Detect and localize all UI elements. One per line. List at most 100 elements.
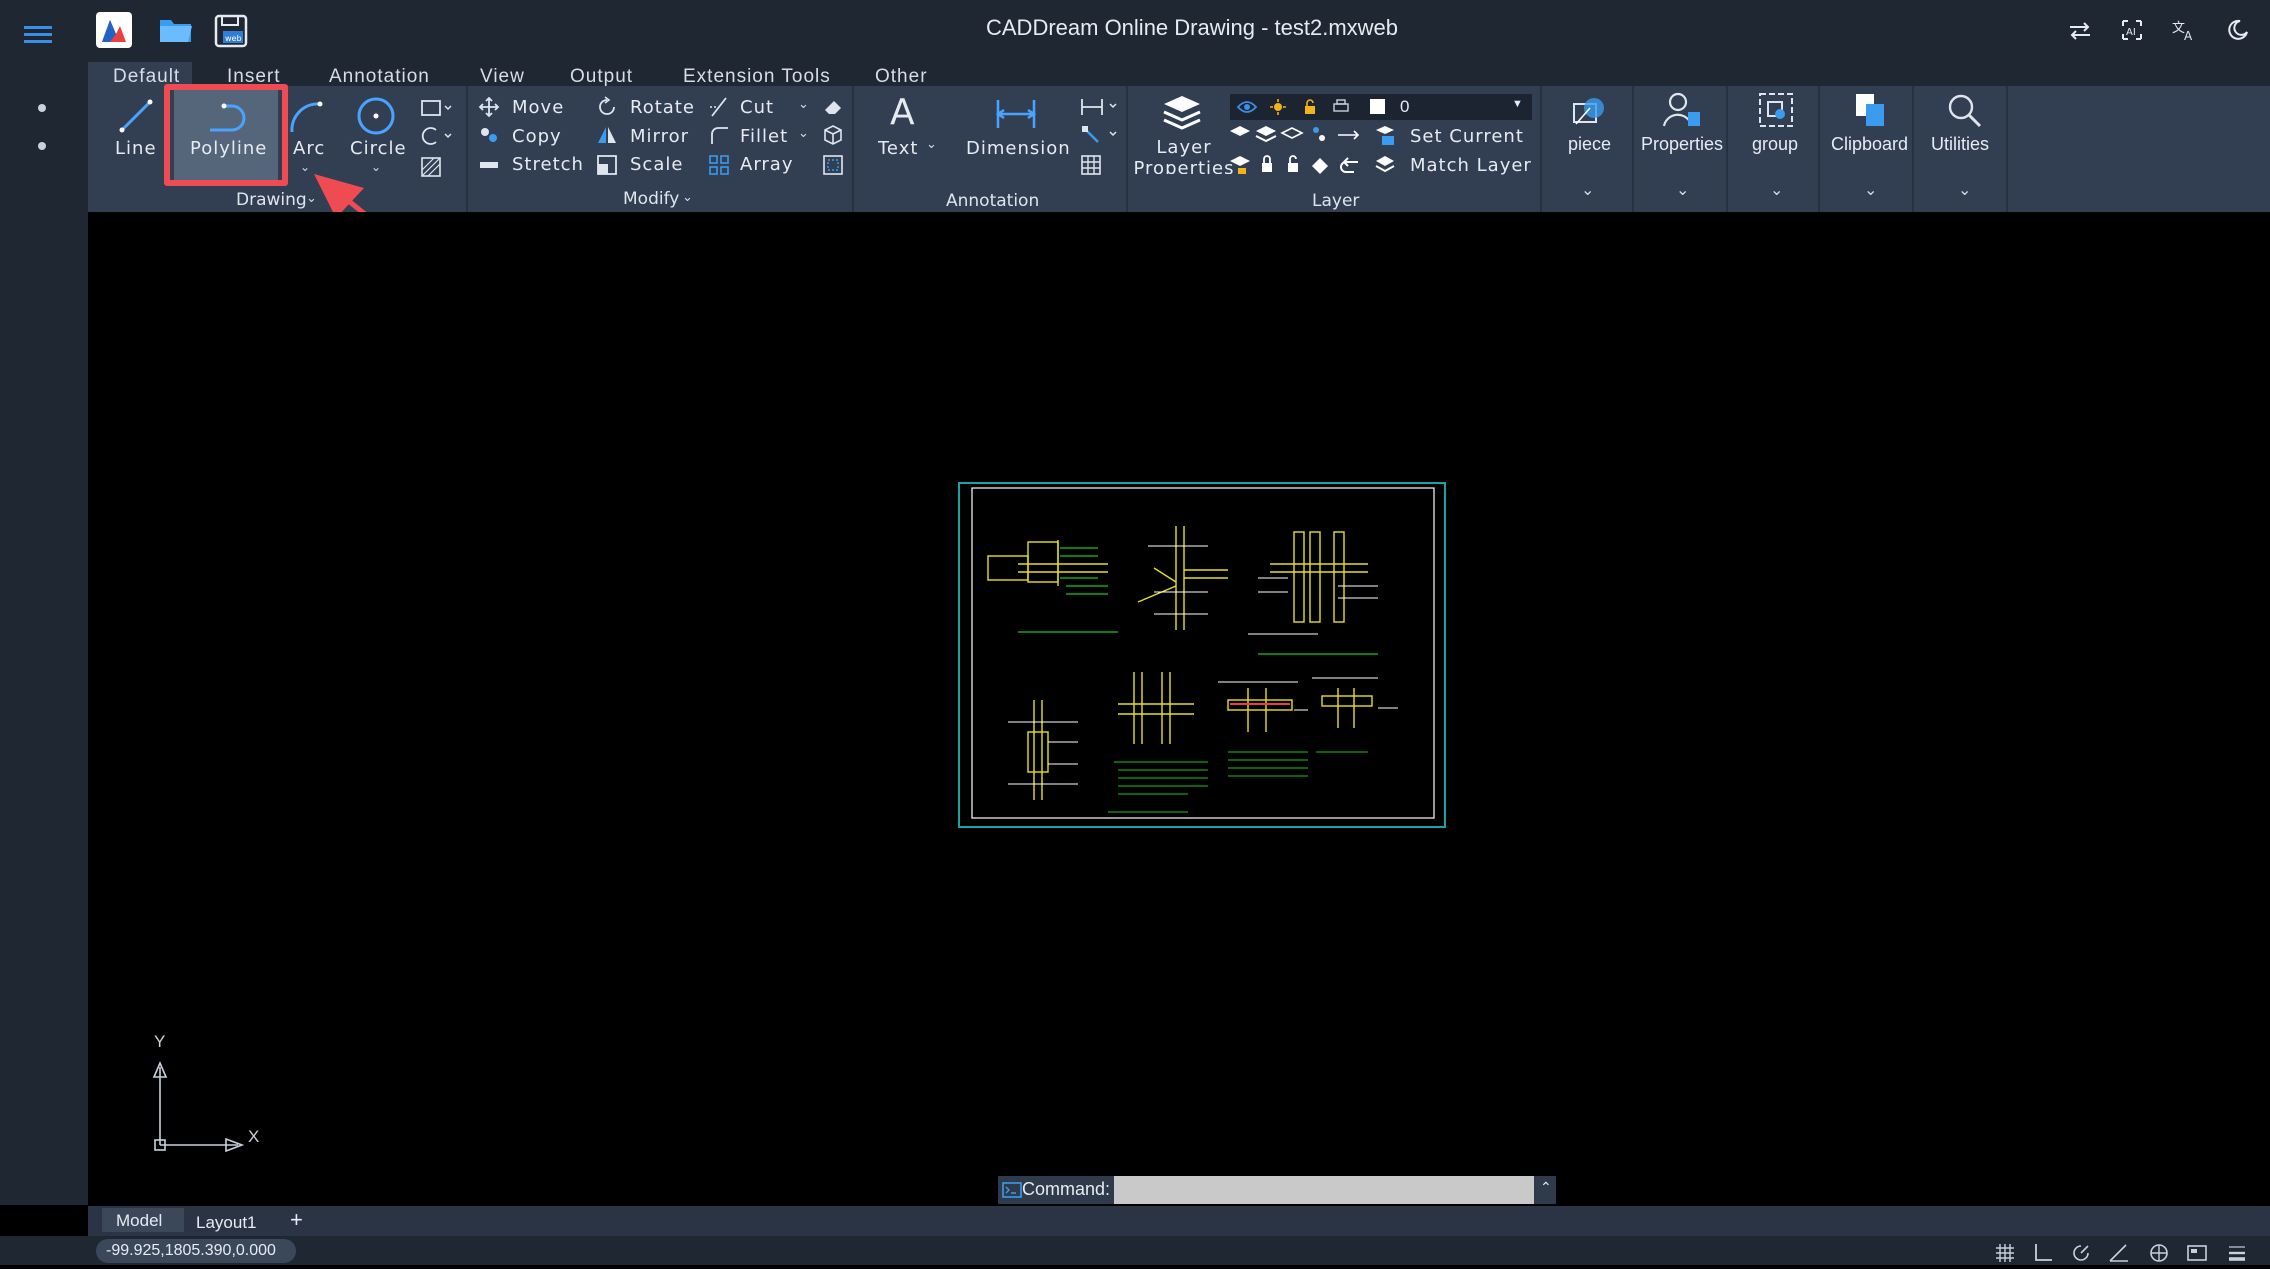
detail-bottom-left [1027,700,1049,800]
match-layer-icon[interactable] [1374,154,1396,176]
add-layout-button[interactable]: + [290,1207,303,1233]
tab-layout1[interactable]: Layout1 [196,1213,257,1233]
ai-icon[interactable]: AI [2120,18,2144,42]
move-icon[interactable] [478,96,500,118]
cut-chevron-icon[interactable]: ⌄ [798,96,809,112]
object-snap-icon[interactable] [2148,1242,2170,1264]
ortho-icon[interactable] [2032,1242,2054,1264]
rectangle-icon[interactable] [420,98,454,118]
layer-properties-button[interactable]: Layer Properties [1132,137,1236,174]
set-current-button[interactable]: Set Current [1410,126,1524,147]
cut-icon[interactable] [708,96,730,118]
command-expand-icon[interactable]: ⌃ [1540,1179,1552,1196]
rotate-button[interactable]: Rotate [630,97,695,118]
properties-chevron-icon[interactable]: ⌄ [1676,180,1689,200]
table-icon[interactable] [1080,154,1102,176]
swap-icon[interactable] [2068,20,2092,42]
dynamic-input-icon[interactable] [2186,1242,2208,1264]
fillet-chevron-icon[interactable]: ⌄ [798,125,809,141]
arc-icon[interactable] [286,96,326,136]
mirror-icon[interactable] [596,124,618,146]
rotate-icon[interactable] [596,96,618,118]
unlock-icon[interactable] [1302,99,1318,115]
text-icon[interactable]: A [890,92,915,133]
dimension-button[interactable]: Dimension [966,138,1071,159]
layer-tools-row-2-icon[interactable] [1230,154,1366,176]
lineweight-icon[interactable] [2226,1242,2248,1264]
copy-button[interactable]: Copy [512,126,562,147]
group-button[interactable]: group [1752,134,1798,155]
layer-properties-icon[interactable] [1160,94,1204,134]
object-snap-track-icon[interactable] [2108,1242,2130,1264]
coordinates-readout: -99.925,1805.390,0.000 [106,1242,276,1259]
tab-view[interactable]: View [480,66,525,88]
sun-icon[interactable] [1270,99,1286,115]
leader-icon[interactable] [1080,124,1120,146]
polar-icon[interactable] [2070,1242,2092,1264]
layer-dropdown[interactable]: 0 ▼ [1230,94,1532,120]
arc-button[interactable]: Arc [293,138,325,159]
layer-color-swatch [1370,99,1385,114]
array-button[interactable]: Array [740,154,793,175]
modify-group-chevron-icon[interactable]: ⌄ [682,189,693,205]
menu-icon[interactable] [24,24,52,46]
tab-other[interactable]: Other [875,66,928,88]
grid-icon[interactable] [1994,1242,2016,1264]
piece-chevron-icon[interactable]: ⌄ [1581,180,1594,200]
clipboard-button[interactable]: Clipboard [1831,134,1908,155]
region-icon[interactable] [822,154,844,176]
group-chevron-icon[interactable]: ⌄ [1770,180,1783,200]
ellipse-icon[interactable] [420,126,454,146]
theme-toggle-icon[interactable] [2226,18,2250,42]
line-button[interactable]: Line [115,138,157,159]
group-icon[interactable] [1756,90,1796,130]
open-folder-icon[interactable] [158,14,194,46]
piece-icon[interactable] [1570,94,1610,130]
move-button[interactable]: Move [512,97,564,118]
scale-button[interactable]: Scale [630,154,683,175]
drawing-canvas[interactable]: Y X [88,212,2270,1206]
erase-icon[interactable] [822,96,844,118]
properties-button[interactable]: Properties [1641,134,1723,155]
utilities-button[interactable]: Utilities [1931,134,1989,155]
properties-icon[interactable] [1662,90,1702,130]
utilities-chevron-icon[interactable]: ⌄ [1958,180,1971,200]
clipboard-chevron-icon[interactable]: ⌄ [1864,180,1877,200]
text-chevron-icon[interactable]: ⌄ [926,136,937,152]
tab-output[interactable]: Output [570,66,633,88]
circle-icon[interactable] [354,94,398,138]
cut-button[interactable]: Cut [740,97,774,118]
array-icon[interactable] [708,154,730,176]
tab-extension-tools[interactable]: Extension Tools [683,66,831,88]
sidebar-dot-1[interactable] [38,104,46,112]
line-icon[interactable] [116,96,156,136]
print-icon[interactable] [1332,99,1350,115]
circle-button[interactable]: Circle [350,138,407,159]
command-input[interactable] [1114,1176,1534,1204]
utilities-icon[interactable] [1944,90,1984,130]
clipboard-icon[interactable] [1850,90,1890,130]
visible-eye-icon[interactable] [1236,99,1258,115]
translate-icon[interactable]: 文A [2172,18,2198,42]
fillet-icon[interactable] [708,124,730,146]
explode-icon[interactable] [822,124,844,146]
axis-y-label: Y [154,1032,166,1051]
layer-dropdown-chevron-icon[interactable]: ▼ [1512,98,1523,110]
mirror-button[interactable]: Mirror [630,126,689,147]
sidebar-dot-2[interactable] [38,142,46,150]
text-button[interactable]: Text [878,138,918,159]
piece-button[interactable]: piece [1568,134,1611,155]
copy-icon[interactable] [478,124,500,146]
fillet-button[interactable]: Fillet [740,126,788,147]
save-web-icon[interactable]: web [214,14,248,48]
set-current-icon[interactable] [1374,124,1396,146]
drawing-sheet[interactable] [958,482,1446,828]
layer-tools-row-1-icon[interactable] [1230,124,1366,146]
match-layer-button[interactable]: Match Layer [1410,155,1532,176]
annotation-group-label: Annotation [946,191,1040,211]
tab-model[interactable]: Model [116,1211,162,1231]
dimension-icon[interactable] [994,98,1038,130]
tab-annotation[interactable]: Annotation [329,66,430,88]
modify-group-label: Modify [623,189,680,209]
linear-dim-icon[interactable] [1080,96,1120,118]
